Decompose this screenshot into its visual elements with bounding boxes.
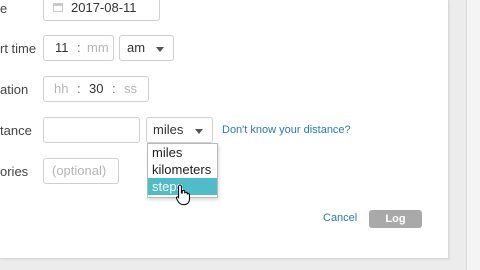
cancel-link[interactable]: Cancel	[323, 212, 357, 224]
start-hour[interactable]: 11	[55, 36, 69, 60]
duration-field[interactable]: hh : 30 : ss	[43, 76, 149, 102]
distance-help-link[interactable]: Don't know your distance?	[222, 124, 351, 136]
calories-input[interactable]: (optional)	[43, 158, 119, 184]
distance-unit-select[interactable]: miles	[146, 117, 213, 143]
calories-label: ories	[0, 164, 29, 179]
date-label: e	[0, 1, 8, 16]
start-time-field[interactable]: 11 : mm	[43, 35, 114, 61]
distance-input[interactable]	[43, 117, 140, 143]
date-field[interactable]: 2017-08-11	[43, 0, 160, 21]
start-minute[interactable]: mm	[87, 36, 109, 60]
log-activity-panel: e 2017-08-11 rt time 11 : mm am ation hh…	[0, 0, 449, 259]
distance-label: tance	[0, 123, 32, 138]
unit-option-kilometers[interactable]: kilometers	[148, 161, 217, 178]
duration-separator-2: :	[112, 81, 116, 96]
chevron-down-icon	[195, 129, 203, 134]
unit-option-miles[interactable]: miles	[148, 144, 217, 161]
right-scroll-region	[466, 0, 480, 270]
start-time-separator: :	[77, 40, 81, 55]
calendar-icon	[53, 3, 63, 12]
distance-unit-value: miles	[153, 122, 184, 137]
calories-placeholder: (optional)	[52, 163, 107, 178]
ampm-value: am	[127, 40, 146, 55]
duration-hours[interactable]: hh	[54, 77, 68, 101]
start-time-label: rt time	[0, 41, 37, 56]
log-button[interactable]: Log	[369, 210, 422, 228]
duration-minutes[interactable]: 30	[89, 77, 103, 101]
chevron-down-icon	[156, 47, 164, 52]
duration-seconds[interactable]: ss	[124, 77, 137, 101]
date-value: 2017-08-11	[71, 0, 137, 15]
ampm-select[interactable]: am	[119, 35, 174, 61]
hand-cursor-icon	[176, 184, 190, 206]
duration-label: ation	[0, 82, 29, 97]
duration-separator-1: :	[77, 81, 81, 96]
